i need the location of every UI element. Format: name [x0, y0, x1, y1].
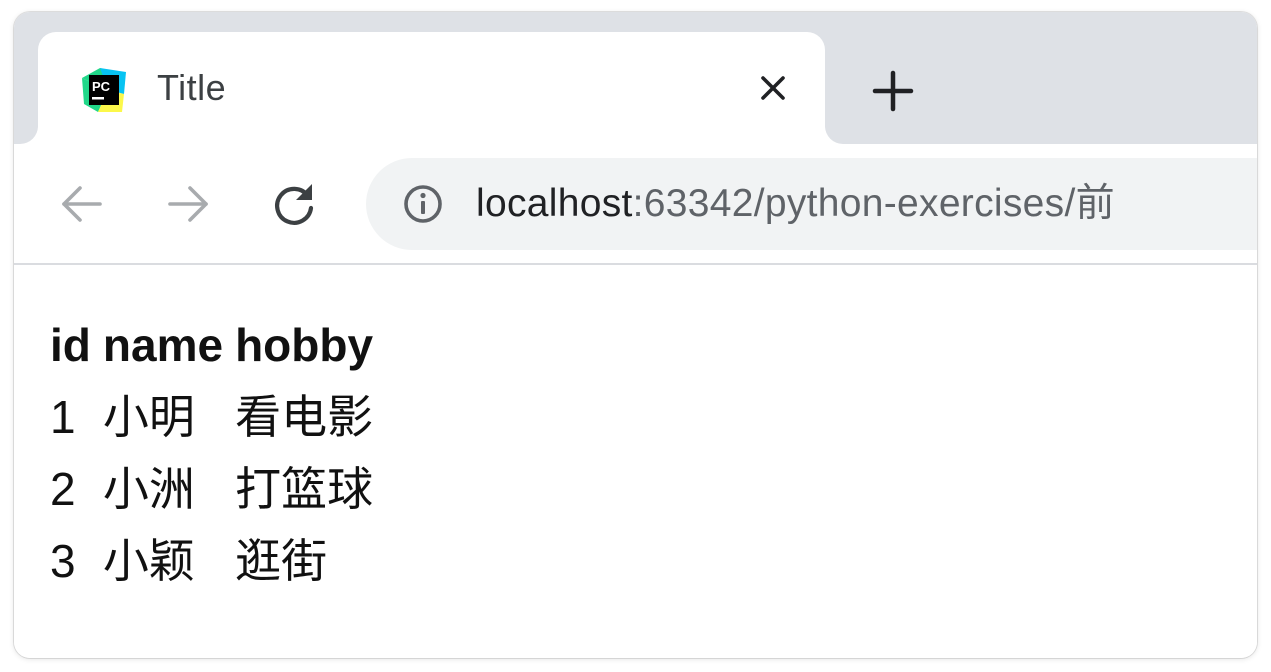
cell-id: 2	[50, 463, 76, 515]
column-header-id: id	[50, 319, 91, 371]
address-bar[interactable]: localhost:63342/python-exercises/前	[366, 158, 1257, 250]
browser-tab[interactable]: PC Title	[38, 32, 825, 144]
back-arrow-icon[interactable]	[58, 180, 106, 228]
cell-name: 小洲	[102, 463, 195, 515]
pycharm-icon: PC	[82, 68, 126, 112]
cell-hobby: 打篮球	[235, 463, 374, 515]
svg-text:PC: PC	[92, 79, 111, 94]
cell-hobby: 看电影	[235, 391, 374, 443]
reload-icon[interactable]	[270, 180, 318, 228]
url-host: localhost	[476, 182, 633, 225]
table-row: 3 小颖 逛街	[46, 531, 377, 591]
table-row: 1 小明 看电影	[46, 387, 377, 447]
cell-hobby: 逛街	[235, 535, 328, 587]
column-header-hobby: hobby	[235, 319, 374, 371]
cell-id: 3	[50, 535, 76, 587]
url-text[interactable]: localhost:63342/python-exercises/前	[476, 180, 1115, 228]
cell-id: 1	[50, 391, 76, 443]
close-icon[interactable]	[753, 68, 793, 108]
toolbar: localhost:63342/python-exercises/前	[14, 144, 1257, 265]
data-table: id name hobby 1 小明 看电影 2 小洲 打篮球 3 小颖 逛街	[42, 303, 381, 603]
table-row: 2 小洲 打篮球	[46, 459, 377, 519]
table-header-row: id name hobby	[46, 315, 377, 375]
tab-title: Title	[157, 67, 227, 108]
cell-name: 小颖	[102, 535, 195, 587]
cell-name: 小明	[102, 391, 195, 443]
url-path: :63342/python-exercises/前	[632, 182, 1115, 225]
info-icon[interactable]	[402, 183, 444, 225]
column-header-name: name	[102, 319, 224, 371]
plus-icon[interactable]	[870, 68, 916, 114]
page-content: id name hobby 1 小明 看电影 2 小洲 打篮球 3 小颖 逛街	[14, 265, 1257, 658]
tab-strip: PC Title	[14, 12, 1257, 144]
browser-window: PC Title localhost:63342/python-exercise…	[14, 12, 1257, 658]
forward-arrow-icon[interactable]	[164, 180, 212, 228]
